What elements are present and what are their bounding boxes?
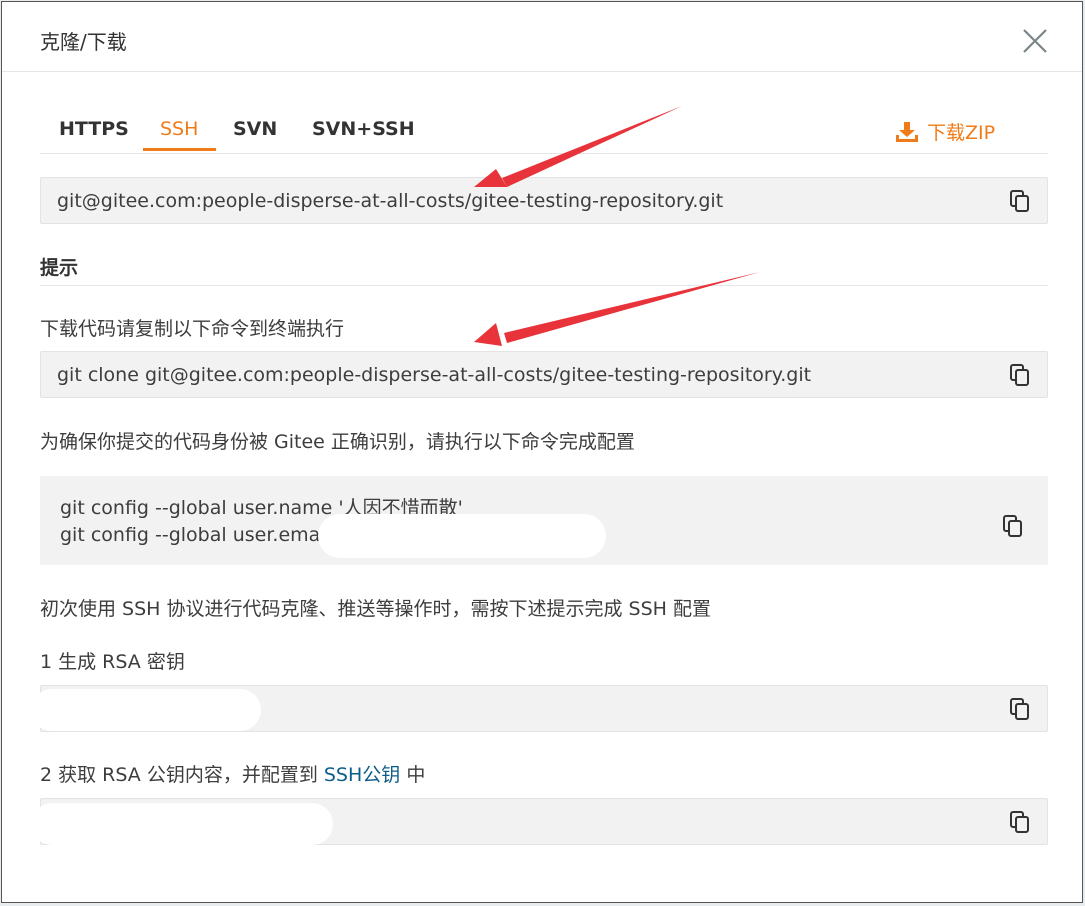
hint-title: 提示 — [40, 253, 1048, 286]
config-email-command: git config --global user.ema — [60, 524, 321, 546]
clone-instruction: 下载代码请复制以下命令到终端执行 — [40, 318, 345, 340]
step-2-suffix: 中 — [400, 764, 426, 786]
identity-instruction: 为确保你提交的代码身份被 Gitee 正确识别，请执行以下命令完成配置 — [40, 431, 635, 453]
tab-svn-ssh[interactable]: SVN+SSH — [312, 118, 415, 140]
clone-command-field[interactable]: git clone git@gitee.com:people-disperse-… — [40, 351, 1048, 398]
tab-svn[interactable]: SVN — [233, 118, 277, 140]
copy-keygen-button[interactable] — [1009, 697, 1031, 721]
ssh-url-value: git@gitee.com:people-disperse-at-all-cos… — [57, 190, 724, 212]
step-1-label: 1 生成 RSA 密钥 — [40, 651, 185, 673]
keygen-command-field[interactable] — [31, 685, 1048, 732]
copy-config-button[interactable] — [1002, 514, 1024, 538]
public-key-command-field[interactable] — [31, 798, 1048, 845]
step-2-label: 2 获取 RSA 公钥内容，并配置到 SSH公钥 中 — [40, 760, 425, 787]
download-icon — [896, 122, 918, 142]
clone-command-value: git clone git@gitee.com:people-disperse-… — [57, 364, 812, 386]
step-2-prefix: 2 获取 RSA 公钥内容，并配置到 — [40, 764, 324, 786]
active-tab-indicator — [143, 148, 216, 151]
download-zip-button[interactable]: 下载ZIP — [895, 118, 995, 145]
dialog-header: 克隆/下载 — [2, 2, 1082, 72]
clone-download-dialog: 克隆/下载 HTTPS SSH SVN SVN+SSH 下载ZIP git@gi… — [1, 1, 1083, 903]
git-config-field[interactable]: git config --global user.name '人因不惜而散' g… — [40, 476, 1048, 565]
ssh-public-key-link[interactable]: SSH公钥 — [324, 764, 400, 786]
dialog-title: 克隆/下载 — [40, 30, 127, 54]
close-icon — [1023, 29, 1047, 53]
tab-https[interactable]: HTTPS — [59, 118, 129, 140]
download-zip-label: 下载ZIP — [927, 122, 996, 144]
copy-icon — [1003, 515, 1022, 537]
copy-public-key-button[interactable] — [1009, 810, 1031, 834]
copy-icon — [1010, 364, 1029, 386]
ssh-first-time-hint: 初次使用 SSH 协议进行代码克隆、推送等操作时，需按下述提示完成 SSH 配置 — [40, 598, 711, 620]
copy-icon — [1010, 698, 1029, 720]
tab-ssh[interactable]: SSH — [160, 118, 198, 140]
redacted-public-key-command — [31, 803, 333, 845]
close-button[interactable] — [1020, 26, 1050, 56]
copy-icon — [1010, 811, 1029, 833]
redacted-email — [318, 514, 606, 558]
ssh-url-field[interactable]: git@gitee.com:people-disperse-at-all-cos… — [40, 177, 1048, 224]
copy-clone-command-button[interactable] — [1009, 363, 1031, 387]
copy-icon — [1010, 190, 1029, 212]
copy-url-button[interactable] — [1009, 189, 1031, 213]
redacted-keygen-command — [31, 689, 261, 731]
